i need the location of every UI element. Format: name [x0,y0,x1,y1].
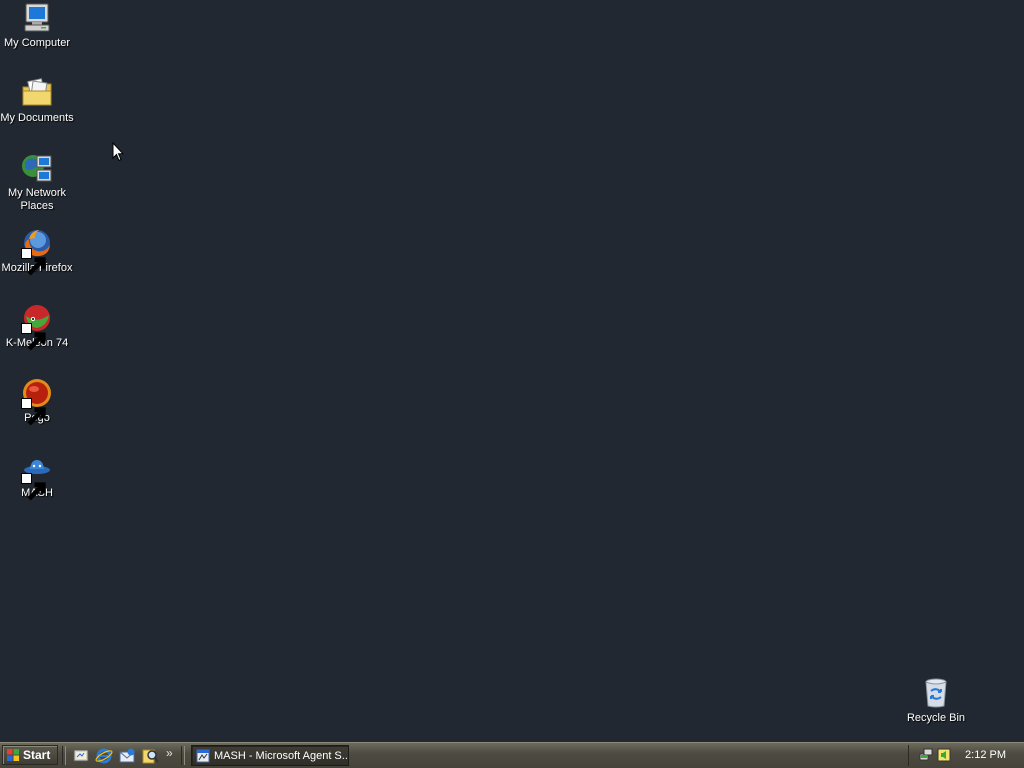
desktop-icon-my-computer[interactable]: My Computer [0,2,74,50]
desktop-icon-k-meleon-74[interactable]: K-Meleon 74 [0,302,74,351]
desktop-icon-my-documents[interactable]: My Documents [0,77,74,125]
computer-icon [21,2,53,34]
shortcut-arrow-icon [21,473,46,501]
windows-logo-icon [6,748,20,762]
k-meleon-icon [21,302,53,351]
network-places-icon [21,152,53,184]
desktop-icon-label: My Computer [3,37,71,49]
outlook-express-icon[interactable] [118,747,136,765]
task-button-mash[interactable]: MASH - Microsoft Agent S... [191,745,349,766]
desktop-icon-mash[interactable]: MASH [0,452,74,501]
taskbar-divider [181,746,185,765]
desktop-icon-label: My Network Places [7,187,67,212]
shortcut-arrow-icon [21,398,46,426]
taskbar: Start » MASH - Microsoft Agent S... 2:12… [0,742,1024,768]
desktop-icon-pego[interactable]: Pego [0,377,74,426]
system-tray: 2:12 PM [908,745,1022,766]
pego-icon [21,377,53,426]
mash-agent-icon [196,749,210,762]
desktop-icon-label: Recycle Bin [906,712,966,724]
desktop-icon-label: My Documents [0,112,74,124]
taskbar-clock[interactable]: 2:12 PM [965,749,1006,761]
recycle-bin-icon [920,677,952,709]
desktop-icon-my-network-places[interactable]: My Network Places [0,152,74,213]
folder-documents-icon [21,77,53,109]
quick-launch-overflow-button[interactable]: » [166,746,173,760]
show-desktop-icon[interactable] [72,747,90,765]
desktop-icon-mozilla-firefox[interactable]: Mozilla Firefox [0,227,74,276]
internet-explorer-icon[interactable] [95,747,113,765]
shortcut-arrow-icon [21,323,46,351]
taskbar-divider [62,746,66,765]
firefox-icon [21,227,53,276]
start-button[interactable]: Start [2,745,58,765]
start-label: Start [23,748,51,762]
network-tray-icon[interactable] [919,748,933,762]
task-button-label: MASH - Microsoft Agent S... [214,749,349,762]
desktop[interactable]: My Computer My Documents My Network Plac… [0,0,1024,742]
search-icon[interactable] [141,747,159,765]
desktop-icon-recycle-bin[interactable]: Recycle Bin [899,677,973,725]
volume-tray-icon[interactable] [937,748,951,762]
mouse-pointer-icon [112,142,124,162]
shortcut-arrow-icon [21,248,46,276]
mash-icon [21,452,53,501]
